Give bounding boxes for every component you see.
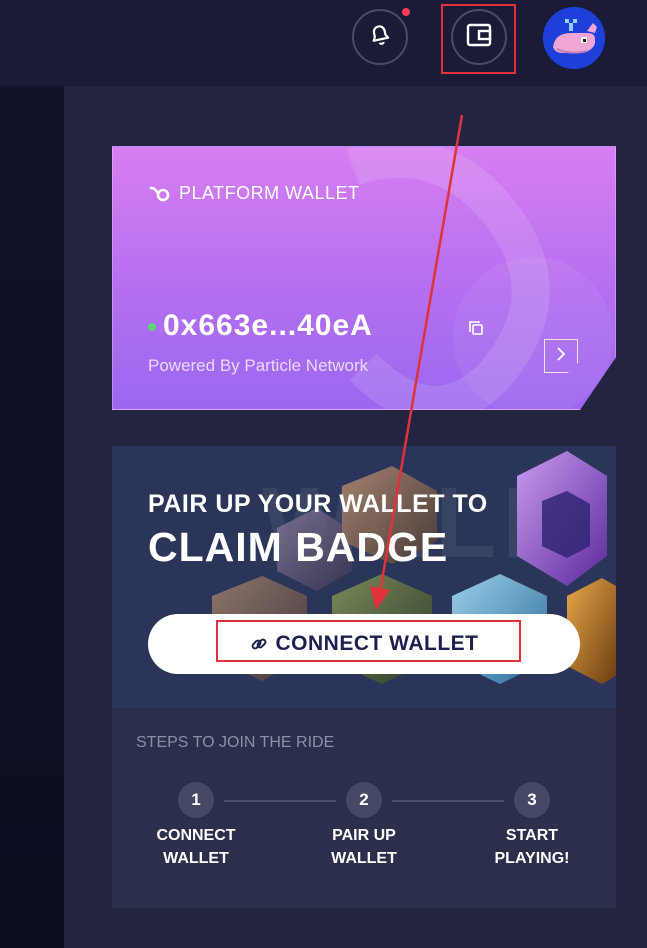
step-label-line2: WALLET: [163, 850, 229, 867]
step-label-line1: PAIR UP: [332, 827, 396, 844]
step-label: START PLAYING!: [472, 824, 592, 870]
step-connector: [392, 800, 504, 802]
step-label: PAIR UP WALLET: [304, 824, 424, 870]
platform-wallet-card: PLATFORM WALLET 0x663e...40eA Powered By…: [112, 146, 616, 410]
notification-dot: [402, 8, 410, 16]
wallet-button-highlight: [441, 4, 516, 74]
step-label: CONNECT WALLET: [136, 824, 256, 870]
user-avatar[interactable]: [543, 7, 605, 69]
step-number: 1: [178, 782, 214, 818]
platform-wallet-title: PLATFORM WALLET: [179, 183, 360, 203]
step-number: 3: [514, 782, 550, 818]
powered-by-text: Powered By Particle Network: [148, 356, 369, 375]
chevron-right-icon: [555, 345, 567, 368]
online-status-dot: [148, 323, 156, 331]
step-label-line1: CONNECT: [156, 827, 236, 844]
step-number: 2: [346, 782, 382, 818]
steps-title: STEPS TO JOIN THE RIDE: [136, 734, 335, 751]
bell-icon: [367, 22, 393, 53]
left-sidebar: [0, 86, 64, 948]
claim-heading-line2: CLAIM BADGE: [148, 524, 449, 570]
step-label-line2: PLAYING!: [494, 850, 570, 867]
steps-section: STEPS TO JOIN THE RIDE 1 2 3 CONNECT WAL…: [112, 708, 616, 908]
particle-logo-icon: [149, 185, 171, 208]
step-connector: [224, 800, 336, 802]
copy-icon[interactable]: [468, 320, 484, 341]
notifications-button[interactable]: [352, 9, 408, 65]
connect-wallet-highlight: [216, 620, 521, 662]
wallet-address: 0x663e...40eA: [163, 309, 373, 342]
claim-heading-line1: PAIR UP YOUR WALLET TO: [148, 490, 488, 518]
step-label-line2: WALLET: [331, 850, 397, 867]
step-label-line1: START: [505, 827, 559, 844]
